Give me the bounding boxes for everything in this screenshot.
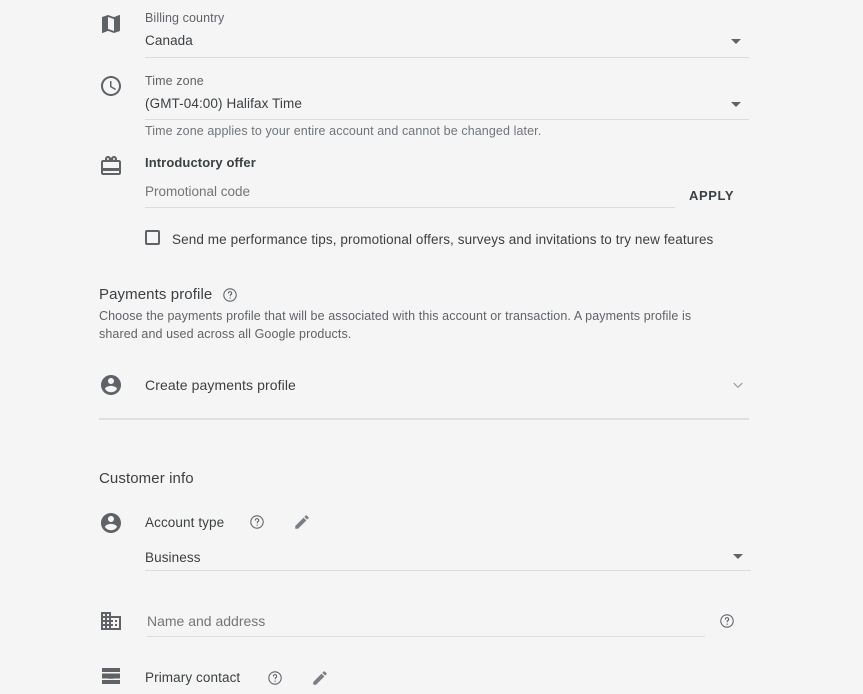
person-circle-icon [99,373,123,397]
time-zone-caret-down-icon[interactable] [731,102,741,107]
account-setup-form: Billing country Canada Time zone (GMT-04… [0,0,863,694]
account-type-help-circle-icon[interactable] [249,514,265,530]
promotional-code-underline [145,207,675,208]
time-zone-hint: Time zone applies to your entire account… [145,124,542,138]
map-icon [99,12,123,36]
name-and-address-help-circle-icon[interactable] [719,613,735,629]
marketing-optin-label: Send me performance tips, promotional of… [172,232,714,247]
account-type-pencil-icon[interactable] [293,513,311,531]
gift-card-icon [99,154,123,178]
time-zone-underline [145,119,749,120]
customer-info-title: Customer info [99,470,194,487]
payments-profile-description: Choose the payments profile that will be… [99,309,692,341]
payments-profile-title: Payments profile [99,286,213,303]
person-circle-icon [99,511,123,535]
marketing-optin-checkbox[interactable] [145,230,160,245]
primary-contact-help-circle-icon[interactable] [267,670,283,686]
apply-promo-button[interactable]: APPLY [689,188,734,203]
name-and-address-input[interactable] [147,613,697,629]
name-and-address-underline [147,636,705,637]
primary-contact-pencil-icon[interactable] [311,669,329,687]
primary-contact-label: Primary contact [145,670,241,685]
time-zone-value[interactable]: (GMT-04:00) Halifax Time [145,96,302,111]
account-type-label: Account type [145,515,225,530]
create-payments-profile-chevron-down-icon[interactable] [730,377,746,393]
introductory-offer-label: Introductory offer [145,155,256,170]
create-payments-profile-label[interactable]: Create payments profile [145,377,296,393]
account-type-underline [145,570,751,571]
billing-country-caret-down-icon[interactable] [731,39,741,44]
account-type-value[interactable]: Business [145,550,201,565]
payments-profile-help-circle-icon[interactable] [222,287,238,303]
time-zone-label: Time zone [145,74,204,88]
contact-card-icon [99,664,123,688]
billing-country-underline [145,57,749,58]
clock-icon [99,74,123,98]
promotional-code-input[interactable] [145,184,673,199]
billing-country-label: Billing country [145,11,225,25]
building-icon [99,609,123,633]
billing-country-value[interactable]: Canada [145,33,193,48]
customer-info-top-divider [99,419,749,420]
account-type-caret-down-icon[interactable] [733,554,743,559]
